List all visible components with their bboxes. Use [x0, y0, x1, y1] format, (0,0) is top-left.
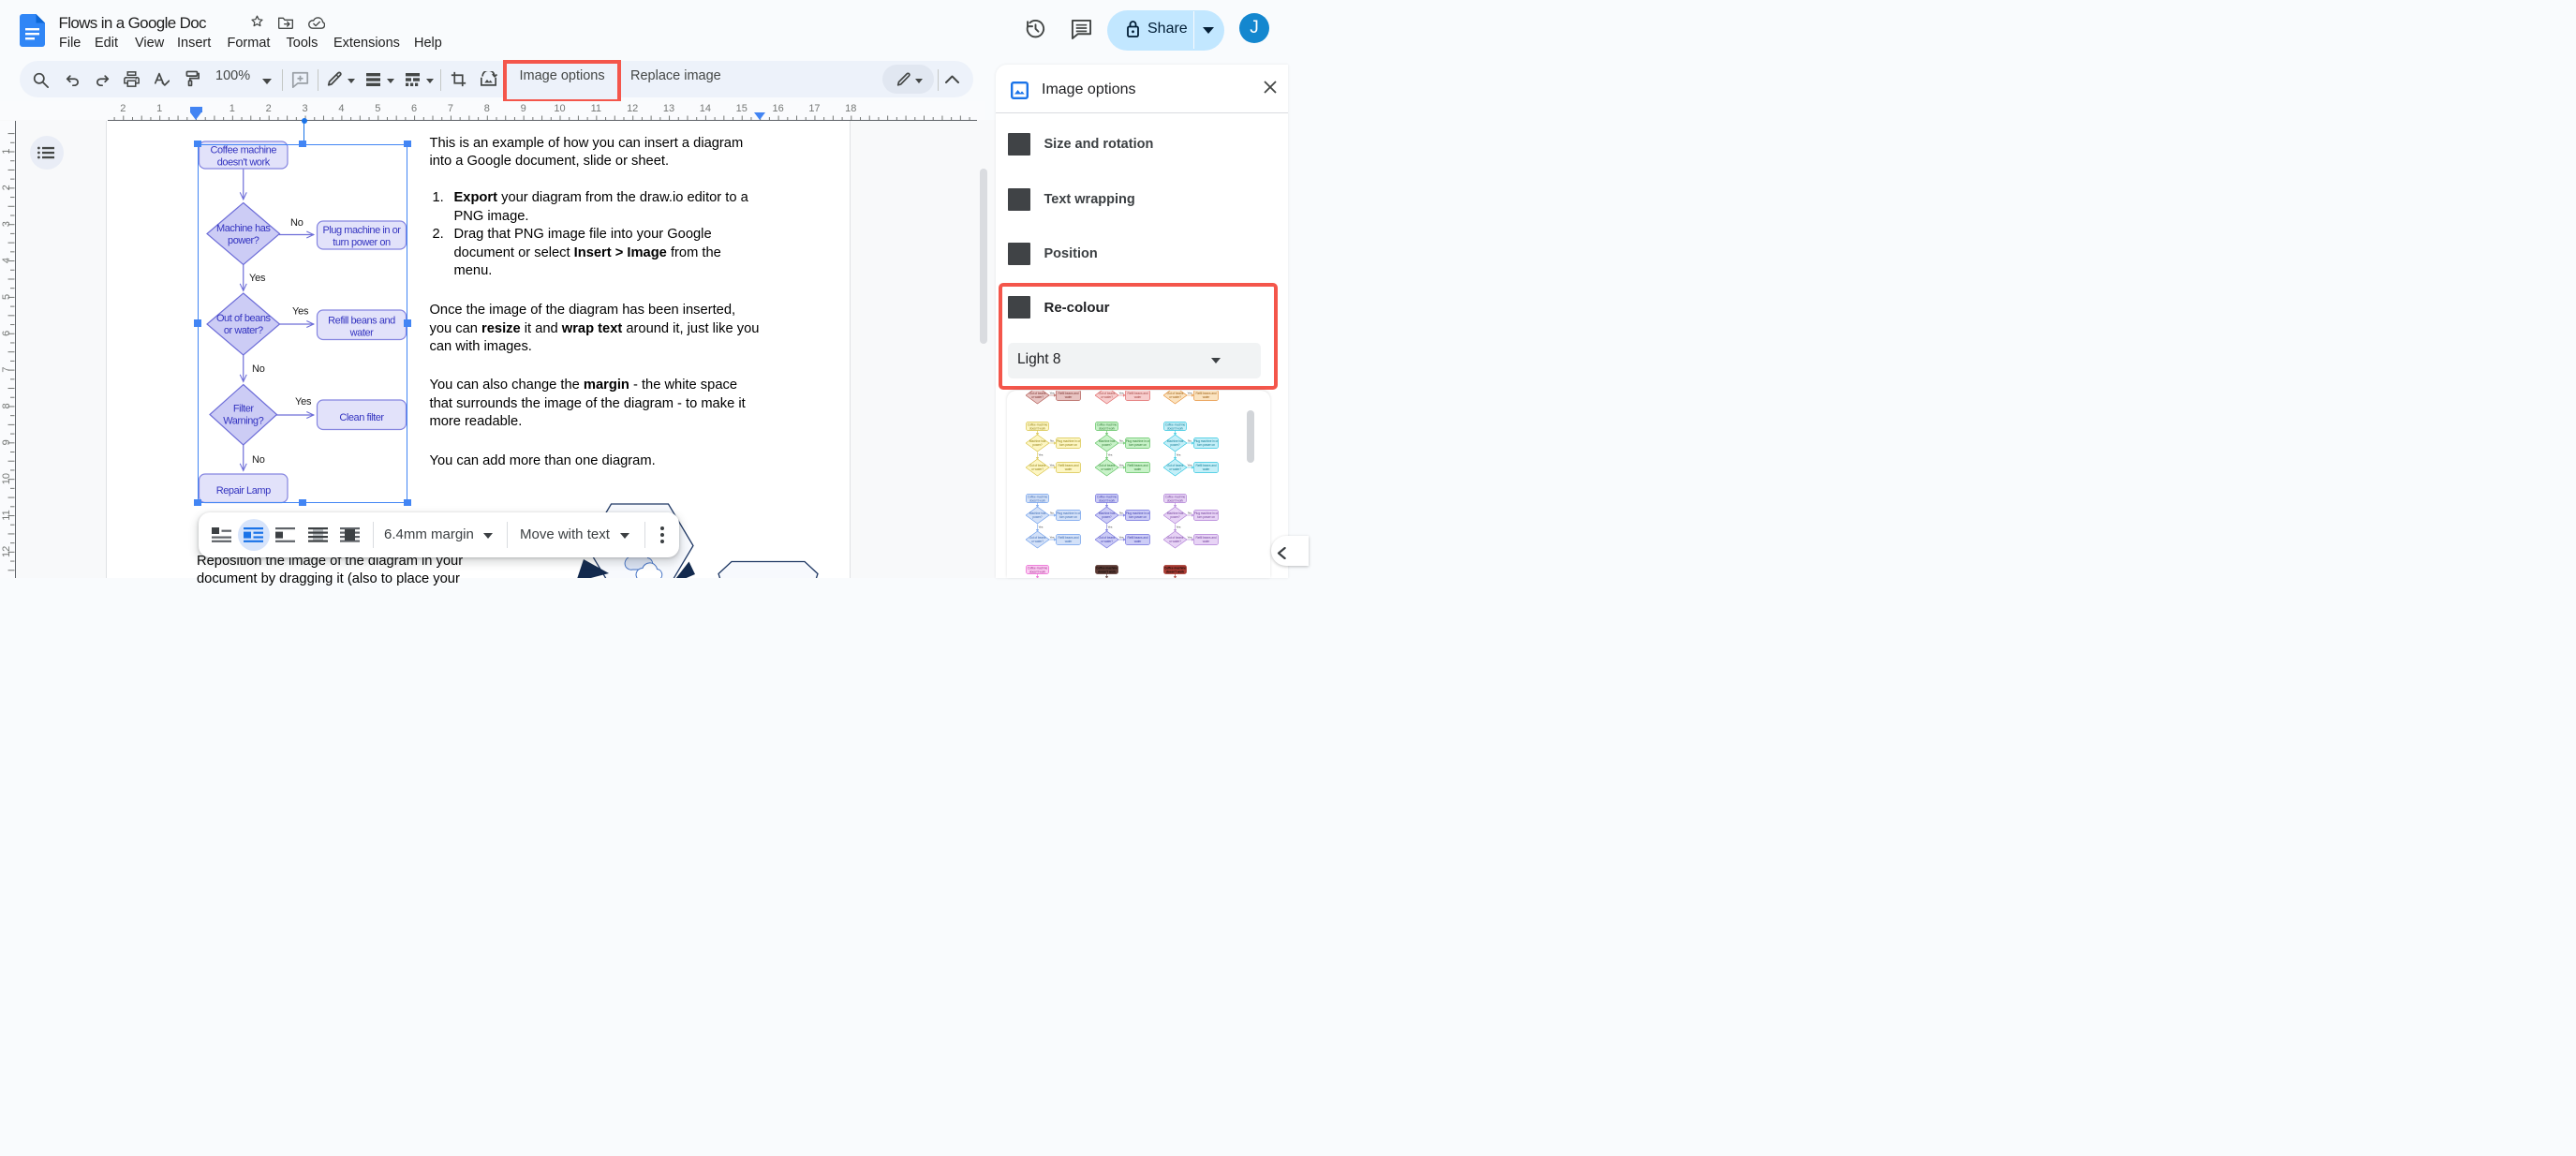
svg-text:water: water — [1065, 395, 1073, 399]
svg-text:water: water — [1133, 395, 1142, 399]
svg-text:3: 3 — [302, 103, 307, 114]
svg-text:Yes: Yes — [1038, 453, 1043, 457]
svg-text:doesn't work: doesn't work — [1166, 498, 1183, 502]
svg-text:3: 3 — [1, 221, 12, 227]
svg-text:power?: power? — [1170, 443, 1179, 447]
svg-text:Yes: Yes — [1050, 536, 1055, 540]
svg-text:doesn't work: doesn't work — [1098, 498, 1115, 502]
svg-text:10: 10 — [1, 473, 12, 484]
svg-text:Yes: Yes — [1050, 392, 1055, 395]
svg-text:12: 12 — [1, 545, 12, 556]
svg-text:Yes: Yes — [1038, 526, 1043, 529]
svg-text:12: 12 — [627, 103, 638, 114]
svg-text:power?: power? — [1102, 515, 1111, 519]
svg-text:water: water — [1202, 467, 1210, 471]
svg-text:6: 6 — [411, 103, 417, 114]
svg-text:turn power on: turn power on — [1129, 443, 1147, 447]
svg-text:turn power on: turn power on — [1059, 515, 1077, 519]
svg-text:11: 11 — [1, 510, 12, 520]
svg-text:doesn't work: doesn't work — [1098, 426, 1115, 430]
svg-text:power?: power? — [1032, 443, 1042, 447]
svg-text:water: water — [1133, 540, 1142, 543]
svg-text:water: water — [1202, 395, 1210, 399]
svg-text:15: 15 — [736, 103, 748, 114]
svg-text:Yes: Yes — [1187, 536, 1192, 540]
svg-text:Yes: Yes — [1176, 453, 1180, 457]
svg-text:doesn't work: doesn't work — [1166, 426, 1183, 430]
svg-text:or water?: or water? — [1101, 467, 1113, 471]
svg-text:water: water — [1065, 467, 1073, 471]
svg-text:water: water — [1133, 467, 1142, 471]
svg-text:Yes: Yes — [1176, 526, 1180, 529]
svg-text:16: 16 — [772, 103, 783, 114]
svg-text:1: 1 — [1, 148, 12, 154]
svg-text:doesn't work: doesn't work — [1029, 498, 1046, 502]
svg-text:11: 11 — [591, 103, 601, 114]
svg-text:1: 1 — [156, 103, 162, 114]
svg-text:or water?: or water? — [1031, 395, 1044, 399]
svg-text:doesn't work: doesn't work — [1166, 570, 1184, 573]
svg-text:No: No — [1119, 439, 1123, 443]
svg-text:or water?: or water? — [1031, 540, 1044, 543]
svg-text:8: 8 — [484, 103, 490, 114]
svg-text:Yes: Yes — [1107, 453, 1112, 457]
svg-text:Yes: Yes — [1050, 464, 1055, 467]
svg-text:No: No — [1050, 439, 1054, 443]
svg-text:or water?: or water? — [1169, 540, 1181, 543]
svg-text:7: 7 — [1, 366, 12, 372]
svg-text:water: water — [1202, 540, 1210, 543]
svg-text:No: No — [1188, 511, 1192, 515]
svg-text:Yes: Yes — [1187, 392, 1192, 395]
svg-text:or water?: or water? — [1031, 467, 1044, 471]
svg-text:4: 4 — [338, 103, 344, 114]
svg-text:Yes: Yes — [1118, 392, 1123, 395]
svg-text:5: 5 — [1, 293, 12, 299]
svg-text:14: 14 — [700, 103, 711, 114]
svg-text:7: 7 — [448, 103, 453, 114]
svg-text:9: 9 — [1, 439, 12, 445]
svg-text:doesn't work: doesn't work — [1029, 570, 1046, 573]
svg-text:turn power on: turn power on — [1197, 515, 1215, 519]
svg-text:10: 10 — [554, 103, 565, 114]
svg-text:or water?: or water? — [1101, 395, 1113, 399]
svg-text:doesn't work: doesn't work — [1098, 570, 1116, 573]
svg-text:No: No — [1119, 511, 1123, 515]
svg-text:6: 6 — [1, 330, 12, 335]
svg-text:turn power on: turn power on — [1197, 443, 1215, 447]
svg-text:8: 8 — [1, 403, 12, 408]
svg-text:2: 2 — [266, 103, 272, 114]
svg-text:Yes: Yes — [1118, 536, 1123, 540]
svg-text:water: water — [1065, 540, 1073, 543]
svg-text:4: 4 — [1, 257, 12, 262]
svg-text:9: 9 — [521, 103, 526, 114]
svg-text:2: 2 — [120, 103, 126, 114]
svg-text:Yes: Yes — [1107, 526, 1112, 529]
svg-text:No: No — [1188, 439, 1192, 443]
svg-text:power?: power? — [1102, 443, 1111, 447]
svg-text:doesn't work: doesn't work — [1029, 426, 1046, 430]
svg-text:5: 5 — [375, 103, 380, 114]
svg-text:turn power on: turn power on — [1129, 515, 1147, 519]
svg-text:13: 13 — [663, 103, 674, 114]
svg-text:or water?: or water? — [1169, 467, 1181, 471]
svg-text:or water?: or water? — [1169, 395, 1181, 399]
svg-text:power?: power? — [1170, 515, 1179, 519]
svg-text:2: 2 — [1, 185, 12, 190]
svg-text:18: 18 — [845, 103, 856, 114]
svg-text:turn power on: turn power on — [1059, 443, 1077, 447]
svg-text:power?: power? — [1032, 515, 1042, 519]
svg-text:Yes: Yes — [1187, 464, 1192, 467]
svg-text:1: 1 — [229, 103, 235, 114]
svg-text:17: 17 — [808, 103, 820, 114]
svg-text:Yes: Yes — [1118, 464, 1123, 467]
svg-text:No: No — [1050, 511, 1054, 515]
svg-text:or water?: or water? — [1101, 540, 1113, 543]
